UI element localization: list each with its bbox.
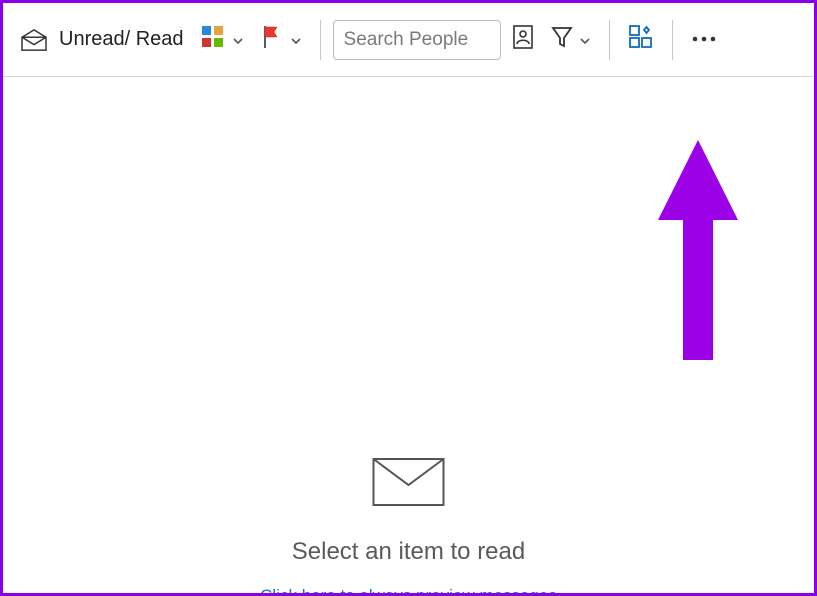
preview-messages-link[interactable]: Click here to always preview messages [3,586,814,596]
flag-button[interactable] [254,20,308,60]
addins-button[interactable] [622,20,660,60]
unread-read-label: Unread/ Read [59,28,184,51]
contact-icon [511,24,535,55]
funnel-icon [551,25,573,54]
categories-icon [200,24,226,55]
empty-state: Select an item to read Click here to alw… [3,457,814,596]
filter-button[interactable] [545,20,597,60]
separator [672,20,673,60]
flag-icon [260,24,284,55]
ellipsis-icon [691,31,717,49]
reading-pane: Select an item to read Click here to alw… [3,77,814,593]
app-frame: Unread/ Read [0,0,817,596]
chevron-down-icon [232,34,244,46]
envelope-open-icon [19,28,49,52]
annotation-arrow-icon [653,140,743,375]
search-people-input[interactable]: Search People [333,20,501,60]
separator [609,20,610,60]
address-book-button[interactable] [505,20,541,60]
envelope-icon [372,457,446,512]
addins-icon [628,24,654,55]
empty-state-title: Select an item to read [3,538,814,566]
toolbar: Unread/ Read [3,3,814,77]
separator [320,20,321,60]
unread-read-button[interactable]: Unread/ Read [13,20,190,60]
categories-button[interactable] [194,20,250,60]
more-options-button[interactable] [685,20,723,60]
chevron-down-icon [579,34,591,46]
chevron-down-icon [290,34,302,46]
search-placeholder-text: Search People [344,29,469,51]
